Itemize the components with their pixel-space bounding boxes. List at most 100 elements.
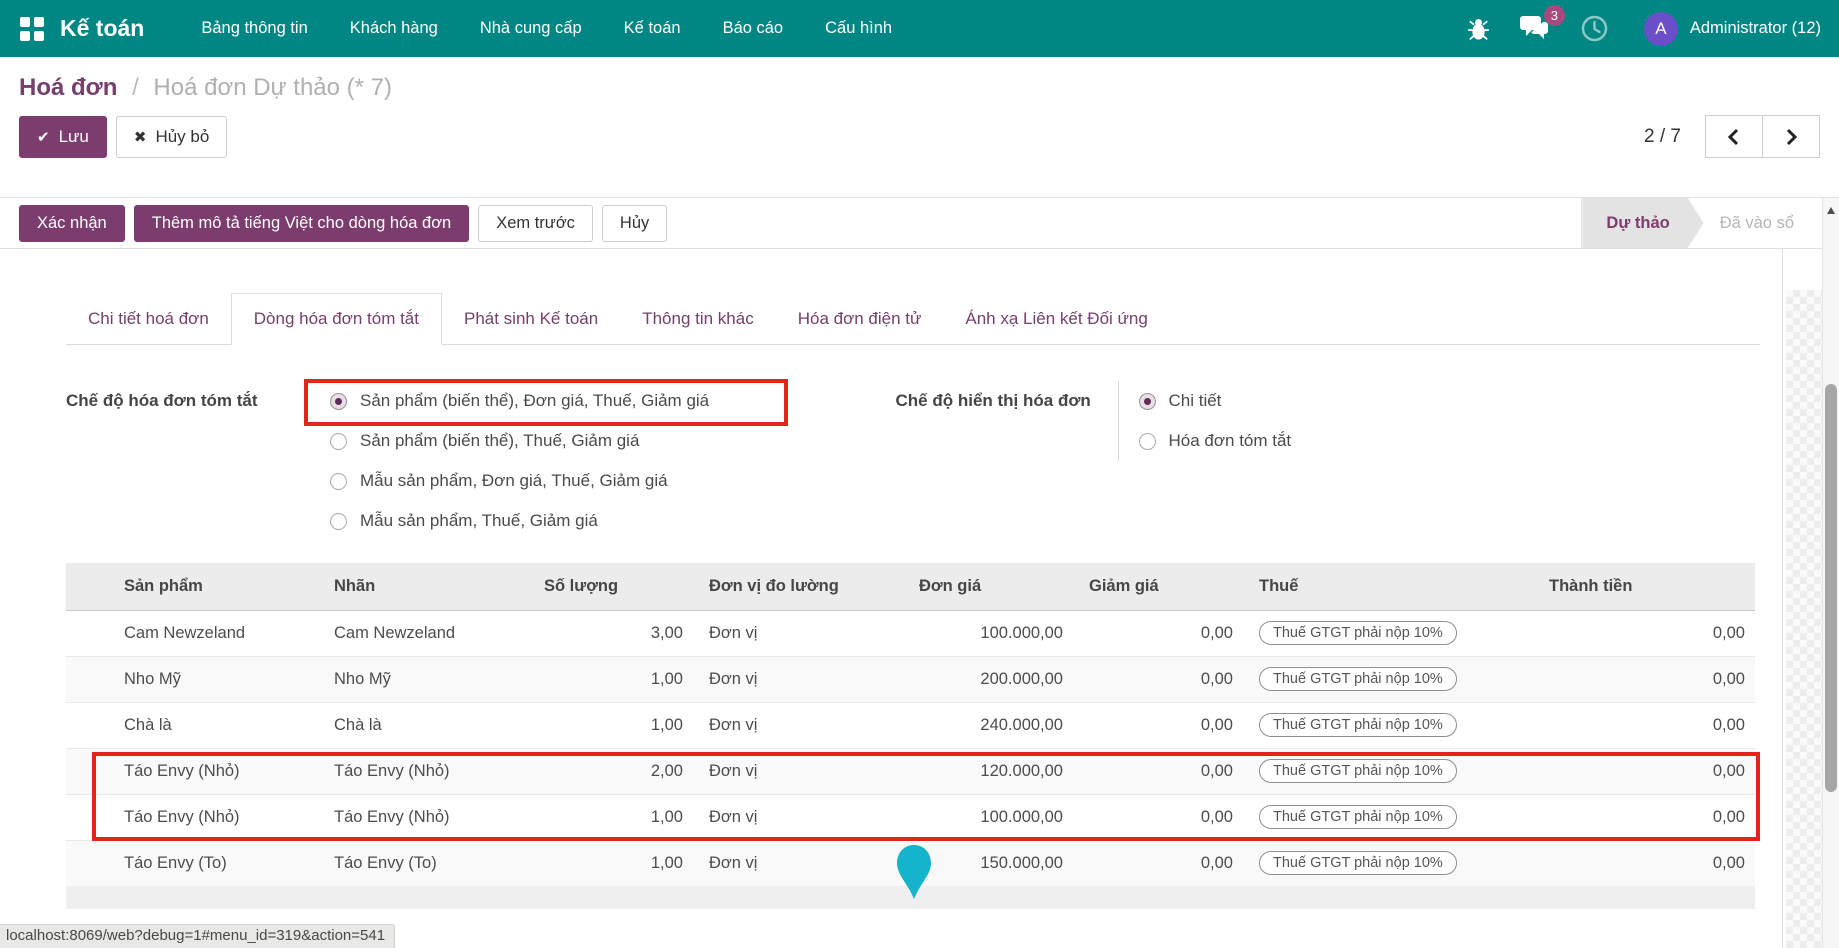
cell-label[interactable]: Táo Envy (Nhỏ)	[321, 748, 531, 794]
cell-unit-price[interactable]: 240.000,00	[906, 702, 1076, 748]
tax-pill[interactable]: Thuế GTGT phải nộp 10%	[1259, 667, 1457, 691]
cell-uom[interactable]: Đơn vị	[696, 840, 906, 886]
radio-option-summary-invoice[interactable]: Hóa đơn tóm tắt	[1139, 421, 1292, 461]
cell-unit-price[interactable]: 150.000,00	[906, 840, 1076, 886]
nav-item-dashboard[interactable]: Bảng thông tin	[180, 0, 328, 57]
apps-grid-icon[interactable]	[20, 17, 44, 41]
col-subtotal[interactable]: Thành tiền	[1536, 563, 1755, 610]
confirm-button[interactable]: Xác nhận	[19, 205, 125, 242]
tax-pill[interactable]: Thuế GTGT phải nộp 10%	[1259, 621, 1457, 645]
add-vietnamese-description-button[interactable]: Thêm mô tả tiếng Việt cho dòng hóa đơn	[134, 205, 469, 242]
activities-clock-icon[interactable]	[1581, 15, 1608, 42]
cell-discount[interactable]: 0,00	[1076, 794, 1246, 840]
tab-counterpart-mapping[interactable]: Ánh xạ Liên kết Đối ứng	[943, 294, 1169, 344]
cell-quantity[interactable]: 1,00	[531, 794, 696, 840]
save-button[interactable]: ✔ Lưu	[19, 116, 107, 158]
scrollbar-up-arrow-icon[interactable]	[1827, 207, 1835, 214]
col-uom[interactable]: Đơn vị đo lường	[696, 563, 906, 610]
tab-journal-items[interactable]: Phát sinh Kế toán	[442, 294, 620, 344]
cell-tax[interactable]: Thuế GTGT phải nộp 10%	[1246, 794, 1536, 840]
tab-other-info[interactable]: Thông tin khác	[620, 294, 776, 344]
cell-tax[interactable]: Thuế GTGT phải nộp 10%	[1246, 610, 1536, 656]
cell-label[interactable]: Nho Mỹ	[321, 656, 531, 702]
col-unit-price[interactable]: Đơn giá	[906, 563, 1076, 610]
cell-uom[interactable]: Đơn vị	[696, 794, 906, 840]
cell-product[interactable]: Táo Envy (To)	[111, 840, 321, 886]
cell-tax[interactable]: Thuế GTGT phải nộp 10%	[1246, 840, 1536, 886]
user-menu[interactable]: A Administrator (12)	[1644, 12, 1821, 46]
breadcrumb-root[interactable]: Hoá đơn	[19, 74, 117, 101]
cell-label[interactable]: Cam Newzeland	[321, 610, 531, 656]
cell-quantity[interactable]: 2,00	[531, 748, 696, 794]
cell-product[interactable]: Cam Newzeland	[111, 610, 321, 656]
cell-unit-price[interactable]: 200.000,00	[906, 656, 1076, 702]
cell-quantity[interactable]: 1,00	[531, 702, 696, 748]
tax-pill[interactable]: Thuế GTGT phải nộp 10%	[1259, 759, 1457, 783]
cell-quantity[interactable]: 3,00	[531, 610, 696, 656]
cell-label[interactable]: Táo Envy (Nhỏ)	[321, 794, 531, 840]
cell-quantity[interactable]: 1,00	[531, 656, 696, 702]
radio-option-template-price-tax-discount[interactable]: Mẫu sản phẩm, Đơn giá, Thuế, Giảm giá	[330, 461, 709, 501]
nav-item-accounting[interactable]: Kế toán	[603, 0, 702, 57]
cell-subtotal[interactable]: 0,00	[1536, 794, 1755, 840]
messages-icon[interactable]: 3	[1520, 15, 1551, 42]
cell-unit-price[interactable]: 100.000,00	[906, 610, 1076, 656]
discard-button[interactable]: ✖ Hủy bỏ	[116, 116, 227, 158]
tax-pill[interactable]: Thuế GTGT phải nộp 10%	[1259, 805, 1457, 829]
app-name[interactable]: Kế toán	[60, 15, 144, 42]
cell-label[interactable]: Táo Envy (To)	[321, 840, 531, 886]
col-discount[interactable]: Giảm giá	[1076, 563, 1246, 610]
pager-prev-button[interactable]	[1705, 115, 1763, 158]
cell-tax[interactable]: Thuế GTGT phải nộp 10%	[1246, 748, 1536, 794]
cell-uom[interactable]: Đơn vị	[696, 748, 906, 794]
cell-unit-price[interactable]: 100.000,00	[906, 794, 1076, 840]
nav-item-customers[interactable]: Khách hàng	[329, 0, 459, 57]
cell-subtotal[interactable]: 0,00	[1536, 656, 1755, 702]
radio-option-variant-tax-discount[interactable]: Sản phẩm (biến thể), Thuế, Giảm giá	[330, 421, 709, 461]
cancel-button[interactable]: Hủy	[602, 205, 667, 242]
col-product[interactable]: Sản phẩm	[111, 563, 321, 610]
radio-option-template-tax-discount[interactable]: Mẫu sản phẩm, Thuế, Giảm giá	[330, 501, 709, 541]
cell-uom[interactable]: Đơn vị	[696, 610, 906, 656]
nav-item-reports[interactable]: Báo cáo	[702, 0, 805, 57]
preview-button[interactable]: Xem trước	[478, 205, 593, 242]
cell-unit-price[interactable]: 120.000,00	[906, 748, 1076, 794]
cell-label[interactable]: Chà là	[321, 702, 531, 748]
pager-next-button[interactable]	[1762, 115, 1820, 158]
cell-uom[interactable]: Đơn vị	[696, 656, 906, 702]
cell-subtotal[interactable]: 0,00	[1536, 702, 1755, 748]
cell-quantity[interactable]: 1,00	[531, 840, 696, 886]
cell-product[interactable]: Táo Envy (Nhỏ)	[111, 794, 321, 840]
nav-item-vendors[interactable]: Nhà cung cấp	[459, 0, 603, 57]
tab-invoice-details[interactable]: Chi tiết hoá đơn	[66, 294, 231, 344]
scrollbar-thumb[interactable]	[1825, 384, 1837, 792]
tax-pill[interactable]: Thuế GTGT phải nộp 10%	[1259, 713, 1457, 737]
cell-discount[interactable]: 0,00	[1076, 610, 1246, 656]
tab-summary-lines[interactable]: Dòng hóa đơn tóm tắt	[231, 293, 442, 345]
debug-bug-icon[interactable]	[1467, 17, 1490, 41]
cell-discount[interactable]: 0,00	[1076, 702, 1246, 748]
cell-subtotal[interactable]: 0,00	[1536, 840, 1755, 886]
cell-discount[interactable]: 0,00	[1076, 748, 1246, 794]
tab-einvoice[interactable]: Hóa đơn điện tử	[776, 294, 944, 344]
cell-discount[interactable]: 0,00	[1076, 840, 1246, 886]
col-tax[interactable]: Thuế	[1246, 563, 1536, 610]
cell-tax[interactable]: Thuế GTGT phải nộp 10%	[1246, 656, 1536, 702]
cell-uom[interactable]: Đơn vị	[696, 702, 906, 748]
radio-option-variant-price-tax-discount[interactable]: Sản phẩm (biến thể), Đơn giá, Thuế, Giảm…	[330, 381, 709, 421]
cell-subtotal[interactable]: 0,00	[1536, 748, 1755, 794]
col-quantity[interactable]: Số lượng	[531, 563, 696, 610]
cell-product[interactable]: Táo Envy (Nhỏ)	[111, 748, 321, 794]
cell-discount[interactable]: 0,00	[1076, 656, 1246, 702]
cell-tax[interactable]: Thuế GTGT phải nộp 10%	[1246, 702, 1536, 748]
pager-count[interactable]: 2 / 7	[1644, 126, 1681, 148]
vertical-scrollbar[interactable]	[1822, 198, 1839, 948]
radio-option-detail[interactable]: Chi tiết	[1139, 381, 1292, 421]
tax-pill[interactable]: Thuế GTGT phải nộp 10%	[1259, 851, 1457, 875]
col-label[interactable]: Nhãn	[321, 563, 531, 610]
status-step-posted[interactable]: Đã vào sổ	[1704, 198, 1822, 248]
cell-product[interactable]: Chà là	[111, 702, 321, 748]
cell-product[interactable]: Nho Mỹ	[111, 656, 321, 702]
cell-subtotal[interactable]: 0,00	[1536, 610, 1755, 656]
nav-item-configuration[interactable]: Cấu hình	[804, 0, 913, 57]
